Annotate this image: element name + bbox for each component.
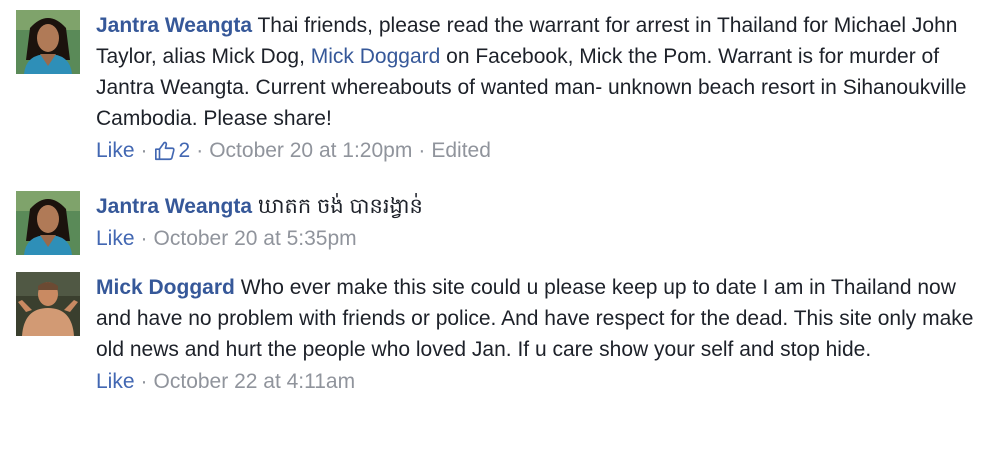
separator: · [196,139,204,162]
thumbs-up-icon [154,141,175,161]
comment-author[interactable]: Mick Doggard [96,276,235,299]
comment-actions: Like · October 22 at 4:11am [96,368,986,396]
comment-actions: Like · October 20 at 5:35pm [96,225,986,253]
profile-photo-jantra [16,191,80,255]
mention-link[interactable]: Mick Doggard [311,45,441,68]
profile-photo-jantra [16,10,80,74]
avatar[interactable] [16,191,80,255]
like-link[interactable]: Like [96,137,135,165]
separator: · [418,139,426,162]
separator: · [140,139,148,162]
separator: · [140,370,148,393]
comment-author[interactable]: Jantra Weangta [96,195,252,218]
comment-text: Jantra Weangta Thai friends, please read… [96,10,986,134]
avatar[interactable] [16,10,80,74]
like-count-value: 2 [178,139,191,162]
like-count[interactable]: 2 [154,137,191,165]
edited-label[interactable]: Edited [431,137,491,165]
profile-photo-mick [16,272,80,336]
avatar[interactable] [16,272,80,336]
like-link[interactable]: Like [96,368,135,396]
comment-body: ឃាតក ចង់ បានរង្វាន់ [257,195,423,218]
comment-text: Jantra Weangta ឃាតក ចង់ បានរង្វាន់ [96,191,986,222]
comment-text: Mick Doggard Who ever make this site cou… [96,272,986,365]
like-link[interactable]: Like [96,225,135,253]
comment-author[interactable]: Jantra Weangta [96,14,252,37]
comment-timestamp[interactable]: October 20 at 5:35pm [154,225,357,253]
separator: · [140,227,148,250]
comment-timestamp[interactable]: October 22 at 4:11am [154,368,356,396]
comment-timestamp[interactable]: October 20 at 1:20pm [209,137,412,165]
comment-actions: Like · 2 · October 20 at 1:20pm · Edited [96,137,986,165]
